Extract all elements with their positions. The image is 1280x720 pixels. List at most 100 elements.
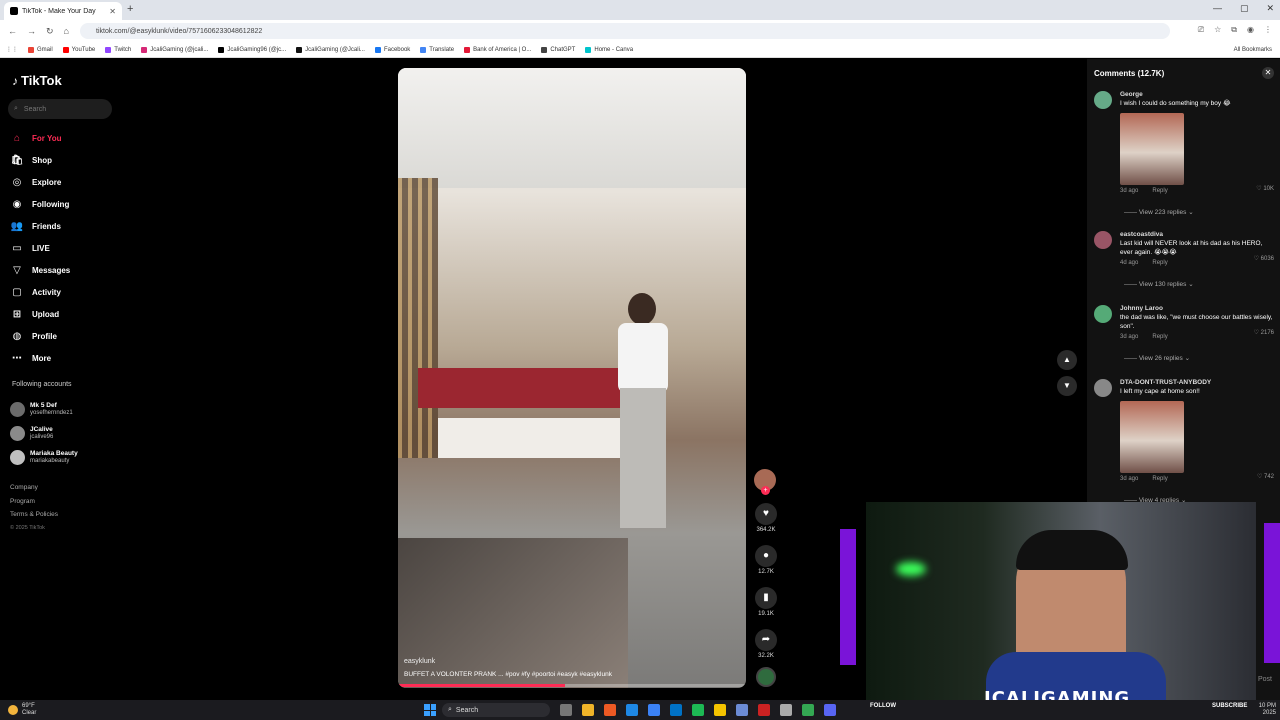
sticky-notes-icon[interactable] [714,704,726,716]
apps-icon[interactable]: ⋮⋮ [6,46,18,53]
bookmark-icon[interactable]: ▮ [755,587,777,609]
reply-button[interactable]: Reply [1152,476,1167,482]
taskbar-search[interactable]: ⌕ Search [442,703,550,717]
maximize-icon[interactable]: ▢ [1240,3,1249,14]
reply-button[interactable]: Reply [1152,188,1167,194]
all-bookmarks[interactable]: All Bookmarks [1234,47,1272,53]
comment-icon[interactable]: ● [755,545,777,567]
search-input[interactable]: ⌕ Search [8,99,112,119]
bookmark-item[interactable]: ChatGPT [541,46,575,53]
view-replies-button[interactable]: —— View 130 replies ⌄ [1120,280,1276,288]
minimize-icon[interactable]: — [1213,3,1222,14]
taskview-icon[interactable] [560,704,572,716]
nav-item-for-you[interactable]: ⌂ For You [10,127,115,149]
reload-icon[interactable]: ↻ [46,26,54,37]
nav-item-following[interactable]: ◉ Following [10,193,115,215]
nav-item-upload[interactable]: ⊞ Upload [10,303,115,325]
bookmark-item[interactable]: JcaliGaming96 (@jc... [218,46,286,53]
nav-item-messages[interactable]: ▽ Messages [10,259,115,281]
chrome-icon[interactable] [802,704,814,716]
music-disc-icon[interactable] [756,667,776,687]
bookmark-item[interactable]: Facebook [374,46,410,53]
comment-text: I wish I could do something my boy 😂 [1120,100,1231,107]
store-icon[interactable] [648,704,660,716]
avatar[interactable] [1094,231,1112,249]
creator-avatar[interactable]: + [754,469,776,495]
profile-avatar-icon[interactable]: ◉ [1247,25,1254,35]
comment-like[interactable]: ♡ 6036 [1254,255,1274,262]
bookmark-item[interactable]: JcaliGaming (@jcali... [141,46,208,53]
steam-icon[interactable] [780,704,792,716]
heart-icon[interactable]: ♥ [755,503,777,525]
browser-tab[interactable]: TikTok - Make Your Day ✕ [4,2,122,20]
share-icon[interactable]: ➦ [755,629,777,651]
windows-start-icon[interactable] [424,704,436,716]
nav-item-activity[interactable]: ▢ Activity [10,281,115,303]
nav-item-profile[interactable]: ◍ Profile [10,325,115,347]
video-player[interactable]: easyklunk BUFFET A VOLONTER PRANK ... #p… [398,68,746,688]
app-icon[interactable] [736,704,748,716]
comment-username[interactable]: eastcoastdiva [1120,231,1276,238]
footer-link-company[interactable]: Company [10,481,58,495]
url-input[interactable]: tiktok.com/@easyklunk/video/757160623304… [80,23,1170,39]
media-app-icon[interactable] [758,704,770,716]
view-replies-button[interactable]: —— View 223 replies ⌄ [1120,208,1276,216]
bookmark-item[interactable]: Home - Canva [585,46,633,53]
comment-image[interactable] [1120,112,1184,185]
comment-username[interactable]: DTA-DONT-TRUST-ANYBODY [1120,379,1276,386]
comment-image[interactable] [1120,400,1184,473]
view-replies-button[interactable]: —— View 26 replies ⌄ [1120,354,1276,362]
following-account[interactable]: Mariaka Beauty mariakabeauty [10,445,78,469]
extensions-icon[interactable]: ⧉ [1231,25,1237,35]
bookmark-item[interactable]: Gmail [28,46,53,53]
comment-username[interactable]: George [1120,91,1276,98]
following-account[interactable]: JCalive jcalive96 [10,421,78,445]
reply-button[interactable]: Reply [1152,334,1167,340]
forward-icon[interactable]: → [27,26,36,37]
close-icon[interactable]: ✕ [1262,67,1274,79]
following-account[interactable]: Mk 5 Def yosefhernndez1 [10,397,78,421]
outlook-icon[interactable] [670,704,682,716]
chevron-down-icon[interactable]: ▼ [1057,376,1077,396]
bookmark-item[interactable]: Translate [420,46,454,53]
bookmark-item[interactable]: YouTube [62,46,95,53]
close-tab-icon[interactable]: ✕ [109,7,116,16]
nav-item-live[interactable]: ▭ LIVE [10,237,115,259]
office-icon[interactable] [604,704,616,716]
bookmark-item[interactable]: Bank of America | O... [464,46,531,53]
tiktok-logo[interactable]: ♪ TikTok [12,73,62,88]
nav-item-more[interactable]: ⋯ More [10,347,115,369]
nav-item-shop[interactable]: 🛍 Shop [10,149,115,171]
follow-plus-icon[interactable]: + [761,486,770,495]
reply-button[interactable]: Reply [1152,260,1167,266]
post-button[interactable]: Post [1258,676,1272,683]
avatar[interactable] [1094,91,1112,109]
bookmark-star-icon[interactable]: ☆ [1214,25,1221,35]
discord-icon[interactable] [824,704,836,716]
browser-menu-icon[interactable]: ⋮ [1264,25,1272,35]
file-explorer-icon[interactable] [582,704,594,716]
back-icon[interactable]: ← [8,26,17,37]
edge-icon[interactable] [626,704,638,716]
install-icon[interactable]: ⎚ [1198,25,1204,35]
close-window-icon[interactable]: ✕ [1266,3,1274,14]
new-tab-icon[interactable]: + [127,3,133,15]
weather-widget[interactable]: 69°F Clear [8,703,36,717]
bookmark-item[interactable]: JcaliGaming (@Jcali... [296,46,365,53]
spotify-icon[interactable] [692,704,704,716]
avatar[interactable] [1094,379,1112,397]
video-progress-bar[interactable] [398,684,746,687]
footer-link-program[interactable]: Program [10,495,58,509]
chevron-up-icon[interactable]: ▲ [1057,350,1077,370]
home-icon[interactable]: ⌂ [64,26,69,37]
bookmark-item[interactable]: Twitch [105,46,131,53]
footer-link-terms[interactable]: Terms & Policies [10,508,58,522]
avatar[interactable] [1094,305,1112,323]
nav-item-friends[interactable]: 👥 Friends [10,215,115,237]
comment-like[interactable]: ♡ 742 [1257,473,1274,480]
video-username[interactable]: easyklunk [404,658,435,665]
comment-like[interactable]: ♡ 10K [1256,185,1274,192]
comment-username[interactable]: Johnny Laroo [1120,305,1276,312]
comment-like[interactable]: ♡ 2176 [1254,329,1274,336]
nav-item-explore[interactable]: ◎ Explore [10,171,115,193]
